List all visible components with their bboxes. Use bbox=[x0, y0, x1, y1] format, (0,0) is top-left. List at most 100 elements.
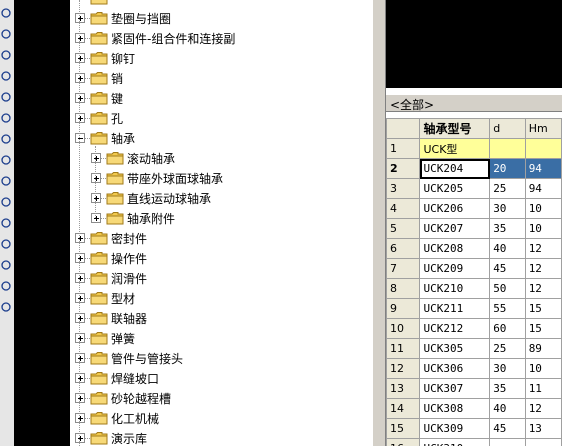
table-row[interactable]: 6 UCK208 40 12 bbox=[386, 238, 562, 259]
table-row[interactable]: 12 UCK306 30 10 bbox=[386, 358, 562, 379]
cell-model[interactable]: UCK308 bbox=[419, 398, 491, 419]
row-header[interactable]: 11 bbox=[386, 338, 421, 359]
tree-item[interactable]: 轴承 bbox=[70, 128, 370, 148]
expand-icon[interactable] bbox=[91, 153, 101, 163]
row-header[interactable]: 14 bbox=[386, 398, 421, 419]
cell-d[interactable] bbox=[489, 138, 526, 159]
point-icon[interactable] bbox=[0, 153, 13, 167]
cell-model[interactable]: UCK207 bbox=[419, 218, 491, 239]
cell-h[interactable]: 10 bbox=[524, 218, 562, 239]
line-icon[interactable] bbox=[0, 6, 13, 20]
tree-item-partial[interactable] bbox=[70, 0, 370, 8]
cell-h[interactable]: 10 bbox=[524, 198, 562, 219]
expand-icon[interactable] bbox=[75, 73, 85, 83]
column-header[interactable] bbox=[386, 118, 421, 139]
row-header[interactable]: 3 bbox=[386, 178, 421, 199]
cell-model[interactable]: UCK309 bbox=[419, 418, 491, 439]
row-header[interactable]: 8 bbox=[386, 278, 421, 299]
spline-icon[interactable] bbox=[0, 111, 13, 125]
row-header[interactable]: 13 bbox=[386, 378, 421, 399]
row-header[interactable]: 9 bbox=[386, 298, 421, 319]
expand-icon[interactable] bbox=[91, 193, 101, 203]
hatch-icon[interactable] bbox=[0, 174, 13, 188]
expand-icon[interactable] bbox=[75, 373, 85, 383]
expand-icon[interactable] bbox=[75, 313, 85, 323]
expand-icon[interactable] bbox=[75, 393, 85, 403]
expand-icon[interactable] bbox=[91, 213, 101, 223]
table-row[interactable]: 10 UCK212 60 15 bbox=[386, 318, 562, 339]
data-grid[interactable]: 轴承型号 d Hm 1 UCK型 2 UCK204 20 94 3 UCK205 25 94 4 UCK2… bbox=[386, 118, 562, 446]
table-row[interactable]: 15 UCK309 45 13 bbox=[386, 418, 562, 439]
table-row[interactable]: 5 UCK207 35 10 bbox=[386, 218, 562, 239]
filter-bar[interactable]: <全部> bbox=[386, 94, 562, 112]
tree-item[interactable]: 演示库 bbox=[70, 428, 370, 446]
cell-h[interactable]: 15 bbox=[524, 318, 562, 339]
row-header[interactable]: 1 bbox=[386, 138, 421, 159]
cell-d[interactable]: 30 bbox=[489, 198, 526, 219]
cell-model[interactable]: UCK211 bbox=[419, 298, 491, 319]
tree-item[interactable]: 轴承附件 bbox=[70, 208, 370, 228]
tree-item[interactable]: 铆钉 bbox=[70, 48, 370, 68]
table-row[interactable]: 7 UCK209 45 12 bbox=[386, 258, 562, 279]
collapse-icon[interactable] bbox=[75, 133, 85, 143]
filter-label[interactable]: <全部> bbox=[390, 96, 434, 113]
region-icon[interactable] bbox=[0, 195, 13, 209]
cell-h[interactable]: 12 bbox=[524, 238, 562, 259]
tree-item[interactable]: 联轴器 bbox=[70, 308, 370, 328]
tree-item[interactable]: 化工机械 bbox=[70, 408, 370, 428]
block-icon[interactable] bbox=[0, 132, 13, 146]
cell-d[interactable]: 60 bbox=[489, 318, 526, 339]
cell-model[interactable]: UCK306 bbox=[419, 358, 491, 379]
tree-item[interactable]: 焊缝坡口 bbox=[70, 368, 370, 388]
cell-model[interactable]: UCK305 bbox=[419, 338, 491, 359]
cell-model[interactable]: UCK307 bbox=[419, 378, 491, 399]
cell-h[interactable]: 94 bbox=[524, 178, 562, 199]
cell-model[interactable]: UCK212 bbox=[419, 318, 491, 339]
row-header[interactable]: 5 bbox=[386, 218, 421, 239]
tree-item[interactable]: 润滑件 bbox=[70, 268, 370, 288]
cell-model[interactable]: UCK310 bbox=[419, 438, 491, 446]
expand-icon[interactable] bbox=[75, 13, 85, 23]
row-header[interactable]: 15 bbox=[386, 418, 421, 439]
row-header[interactable]: 10 bbox=[386, 318, 421, 339]
table-row[interactable]: 8 UCK210 50 12 bbox=[386, 278, 562, 299]
tree-item[interactable]: 紧固件-组合件和连接副 bbox=[70, 28, 370, 48]
cell-h[interactable]: 12 bbox=[524, 398, 562, 419]
tree-item[interactable]: 垫圈与挡圈 bbox=[70, 8, 370, 28]
cell-d[interactable]: 35 bbox=[489, 378, 526, 399]
table-row[interactable]: 16UCK310 bbox=[386, 438, 562, 446]
ellipse-icon[interactable] bbox=[0, 90, 13, 104]
row-header[interactable]: 6 bbox=[386, 238, 421, 259]
cell-d[interactable]: 40 bbox=[489, 398, 526, 419]
expand-icon[interactable] bbox=[75, 413, 85, 423]
expand-icon[interactable] bbox=[75, 253, 85, 263]
expand-icon[interactable] bbox=[91, 173, 101, 183]
expand-icon[interactable] bbox=[75, 273, 85, 283]
cell-h[interactable]: 11 bbox=[524, 378, 562, 399]
tree-item[interactable]: 滚动轴承 bbox=[70, 148, 370, 168]
expand-icon[interactable] bbox=[75, 53, 85, 63]
cloud-icon[interactable] bbox=[0, 69, 13, 83]
cell-d[interactable]: 45 bbox=[489, 418, 526, 439]
tree-item[interactable]: 砂轮越程槽 bbox=[70, 388, 370, 408]
cell-h[interactable]: 94 bbox=[524, 158, 562, 179]
cell-model[interactable]: UCK205 bbox=[419, 178, 491, 199]
tree-item[interactable]: 键 bbox=[70, 88, 370, 108]
table-icon[interactable] bbox=[0, 216, 13, 230]
cell-d[interactable]: 25 bbox=[489, 178, 526, 199]
table-row[interactable]: 2 UCK204 20 94 bbox=[386, 158, 562, 179]
cell-h[interactable] bbox=[524, 438, 562, 446]
mirror-icon[interactable] bbox=[0, 279, 13, 293]
cell-d[interactable]: 45 bbox=[489, 258, 526, 279]
expand-icon[interactable] bbox=[75, 33, 85, 43]
table-row[interactable]: 1 UCK型 bbox=[386, 138, 562, 159]
cell-h[interactable]: 12 bbox=[524, 258, 562, 279]
cell-d[interactable]: 40 bbox=[489, 238, 526, 259]
expand-icon[interactable] bbox=[75, 433, 85, 443]
category-tree[interactable]: 垫圈与挡圈 紧固件-组合件和连接副 铆钉销键孔轴承 滚动轴承 带座外球面球轴承 直线运动球… bbox=[70, 0, 372, 446]
row-header[interactable]: 12 bbox=[386, 358, 421, 379]
cell-h[interactable]: 13 bbox=[524, 418, 562, 439]
tree-item[interactable]: 直线运动球轴承 bbox=[70, 188, 370, 208]
cell-d[interactable] bbox=[489, 438, 526, 446]
tree-item[interactable]: 带座外球面球轴承 bbox=[70, 168, 370, 188]
